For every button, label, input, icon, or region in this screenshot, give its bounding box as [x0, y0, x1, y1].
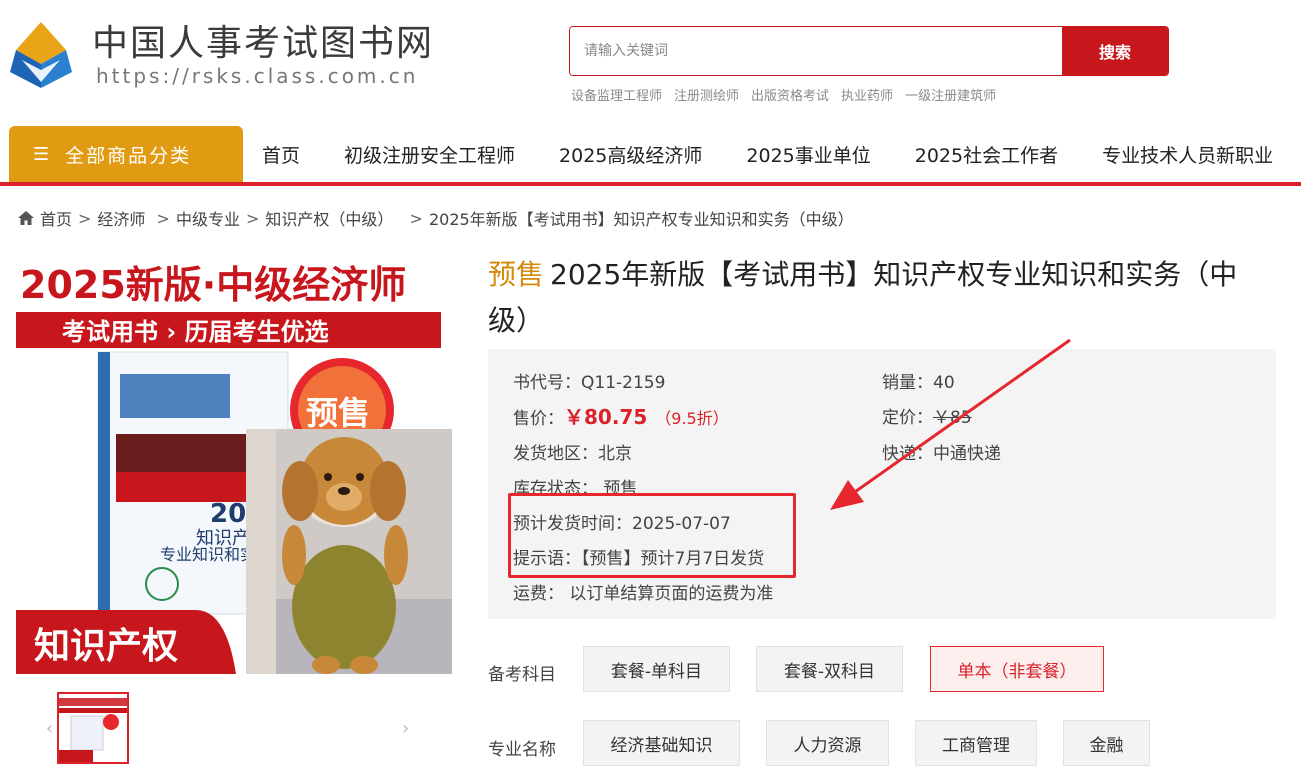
- option-single-subject[interactable]: 套餐-单科目: [583, 646, 730, 692]
- thumb-next-arrow[interactable]: ›: [402, 718, 409, 739]
- thumbnail-art: [59, 694, 127, 762]
- banner-subline: 考试用书 › 历届考生优选: [62, 318, 329, 346]
- hot-word-link[interactable]: 出版资格考试: [751, 85, 829, 104]
- list-price: ￥85: [933, 408, 972, 428]
- nav-item-social-worker[interactable]: 2025社会工作者: [897, 141, 1076, 168]
- sale-price: ￥80.75: [564, 405, 648, 429]
- breadcrumb-intermediate[interactable]: 中级专业: [176, 206, 240, 230]
- option-business-management[interactable]: 工商管理: [915, 720, 1037, 766]
- teddy-bear-image: [246, 429, 452, 674]
- discount: （9.5折）: [655, 409, 729, 428]
- list-price-label: 定价：: [882, 408, 933, 428]
- teddy-bear-photo: [246, 429, 452, 674]
- all-categories-label: 全部商品分类: [65, 144, 192, 167]
- presale-badge-text: 预售: [306, 394, 370, 432]
- hot-search-words: 设备监理工程师 注册测绘师 出版资格考试 执业药师 一级注册建筑师: [571, 85, 996, 104]
- breadcrumb-economist[interactable]: 经济师: [97, 206, 145, 230]
- product-thumbnail[interactable]: [57, 692, 129, 764]
- nav-item-new-occupation[interactable]: 专业技术人员新职业: [1084, 141, 1291, 168]
- thumb-prev-arrow[interactable]: ‹: [46, 718, 53, 739]
- sale-price-row: 售价：￥80.75 （9.5折）: [513, 401, 729, 430]
- nav-item-safety-engineer[interactable]: 初级注册安全工程师: [326, 141, 533, 168]
- freight-info: 运费： 以订单结算页面的运费为准: [513, 584, 774, 604]
- bottom-label: 知识产权: [34, 626, 178, 667]
- site-url: https://rsks.class.com.cn: [96, 64, 419, 88]
- hot-word-link[interactable]: 设备监理工程师: [571, 85, 662, 104]
- all-categories-button[interactable]: ☰ 全部商品分类: [9, 126, 243, 182]
- breadcrumb-separator: >: [245, 208, 260, 228]
- product-title-text: 2025年新版【考试用书】知识产权专业知识和实务（中级）: [488, 258, 1238, 337]
- search-input[interactable]: [570, 27, 1062, 75]
- nav-item-senior-economist[interactable]: 2025高级经济师: [541, 141, 720, 168]
- search-button[interactable]: 搜索: [1062, 27, 1168, 75]
- presale-tag: 预售: [488, 258, 545, 291]
- option-double-subject[interactable]: 套餐-双科目: [756, 646, 903, 692]
- breadcrumb-separator: >: [399, 208, 423, 228]
- main-nav: ☰ 全部商品分类 首页 初级注册安全工程师 2025高级经济师 2025事业单位…: [0, 126, 1301, 186]
- breadcrumb: 首页 > 经济师 > 中级专业 > 知识产权（中级） > 2025年新版【考试用…: [18, 206, 854, 230]
- home-icon: [18, 211, 34, 225]
- sales-count: 销量：40: [882, 373, 955, 393]
- nav-links: 首页 初级注册安全工程师 2025高级经济师 2025事业单位 2025社会工作…: [244, 126, 1299, 182]
- breadcrumb-home[interactable]: 首页: [40, 206, 72, 230]
- list-price-row: 定价：￥85: [882, 403, 972, 428]
- breadcrumb-ip[interactable]: 知识产权（中级）: [265, 206, 393, 230]
- courier: 快递：中通快递: [882, 444, 1001, 464]
- nav-item-public-institution[interactable]: 2025事业单位: [728, 141, 888, 168]
- cover-title-line2: 专业知识和实: [160, 545, 256, 564]
- menu-icon: ☰: [33, 143, 52, 165]
- annotation-highlight-box: [508, 493, 796, 578]
- banner-headline: 2025新版·中级经济师: [20, 263, 406, 307]
- breadcrumb-separator: >: [78, 208, 92, 228]
- option-single-book[interactable]: 单本（非套餐）: [930, 646, 1104, 692]
- hot-word-link[interactable]: 执业药师: [841, 85, 893, 104]
- breadcrumb-current: 2025年新版【考试用书】知识产权专业知识和实务（中级）: [428, 210, 854, 229]
- sale-price-label: 售价：: [513, 409, 564, 429]
- breadcrumb-separator: >: [151, 208, 170, 228]
- site-logo-icon[interactable]: [8, 20, 74, 90]
- ship-region: 发货地区：北京: [513, 444, 632, 464]
- nav-item-home[interactable]: 首页: [244, 141, 318, 168]
- major-label: 专业名称: [488, 740, 556, 760]
- hot-word-link[interactable]: 注册测绘师: [674, 85, 739, 104]
- option-finance[interactable]: 金融: [1063, 720, 1150, 766]
- hot-word-link[interactable]: 一级注册建筑师: [905, 85, 996, 104]
- site-title[interactable]: 中国人事考试图书网: [92, 24, 434, 64]
- search-bar: 搜索: [569, 26, 1169, 76]
- book-code: 书代号：Q11-2159: [513, 373, 666, 393]
- product-title: 预售 2025年新版【考试用书】知识产权专业知识和实务（中级）: [488, 252, 1268, 344]
- option-human-resources[interactable]: 人力资源: [766, 720, 889, 766]
- subject-label: 备考科目: [488, 665, 556, 685]
- option-economic-basics[interactable]: 经济基础知识: [583, 720, 740, 766]
